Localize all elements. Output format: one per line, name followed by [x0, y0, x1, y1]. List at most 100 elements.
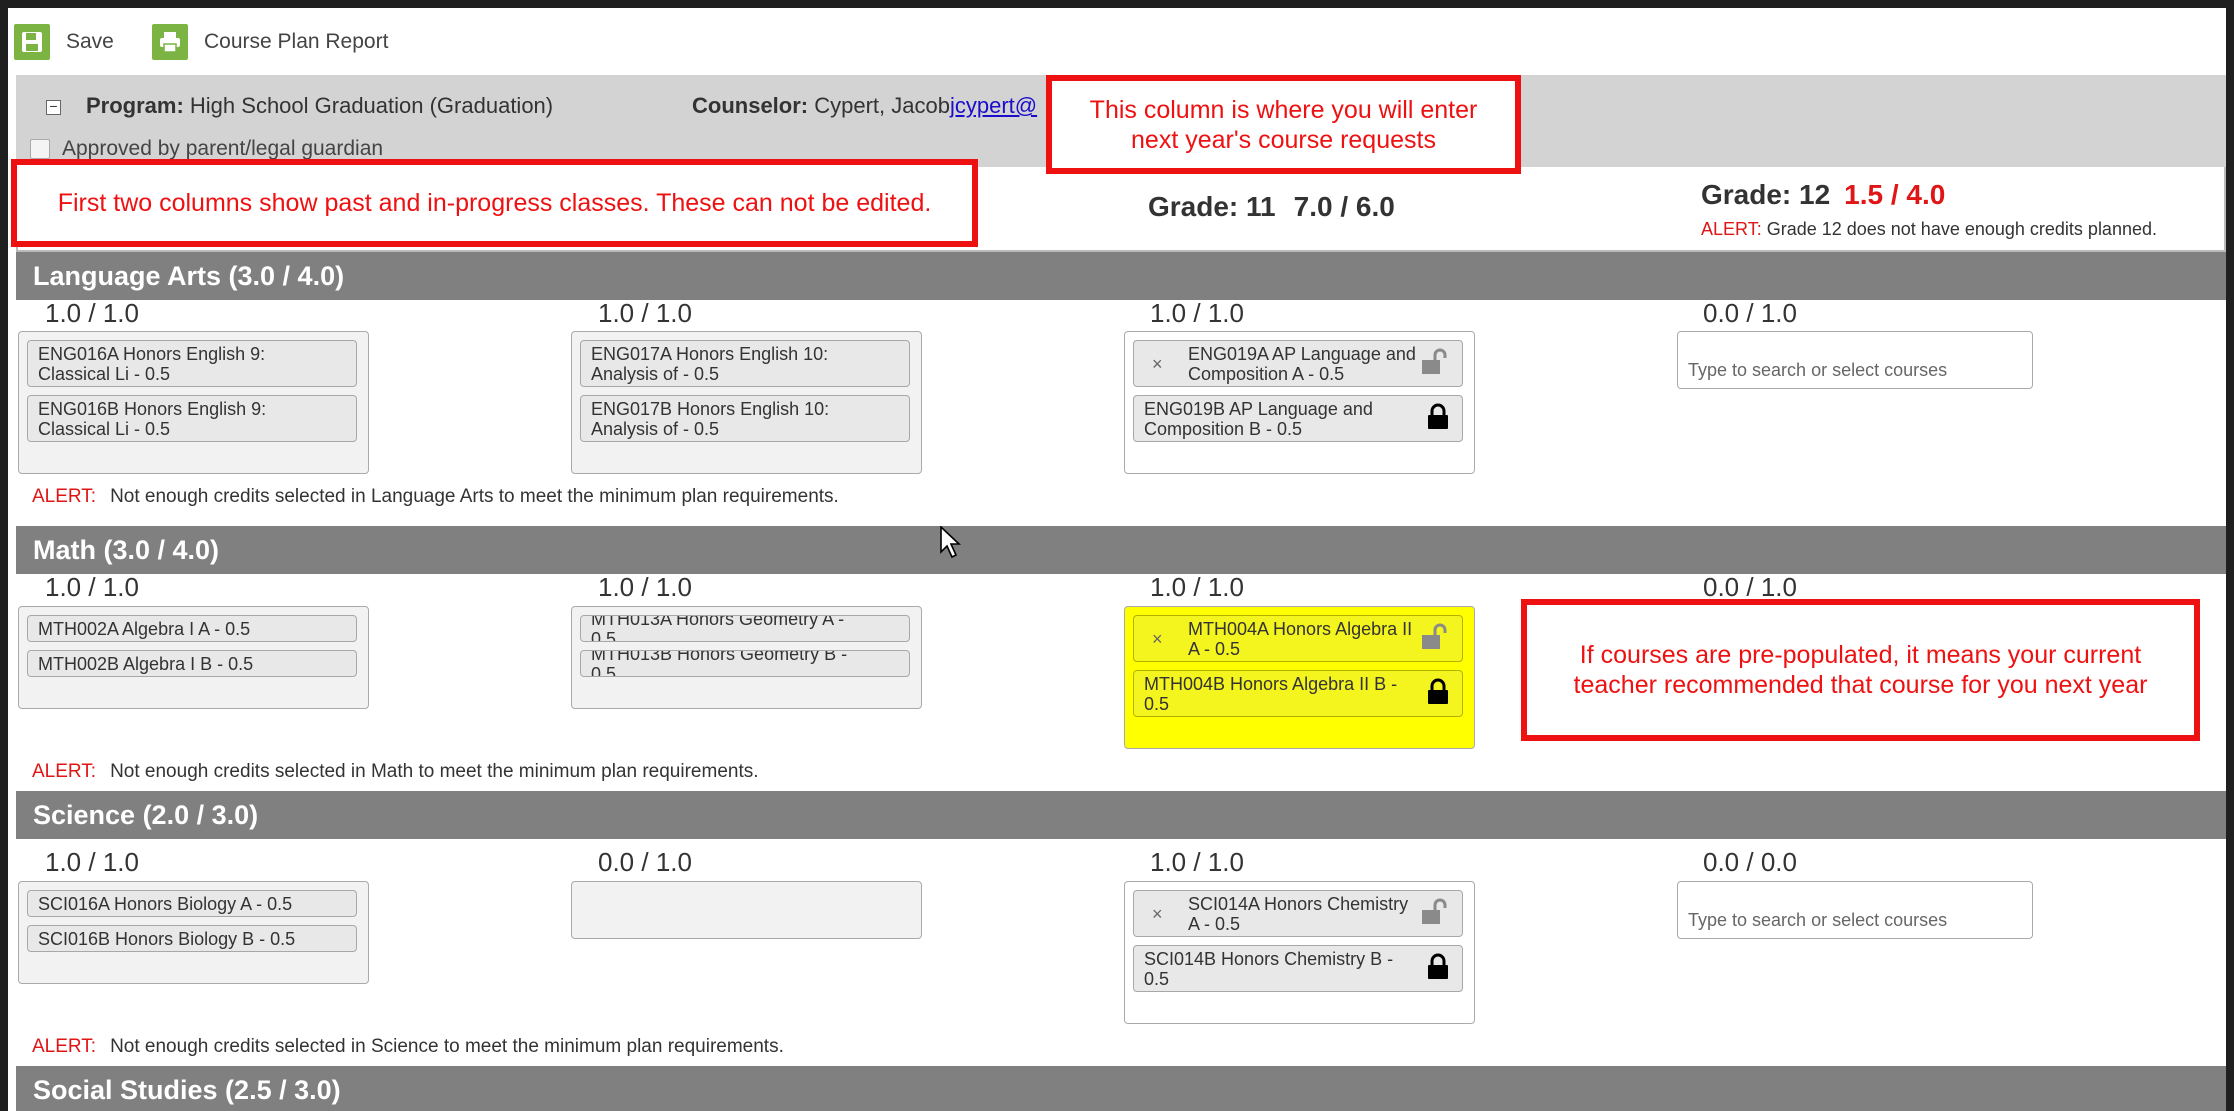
course-chip-text: MTH004B Honors Algebra II B - 0.5 — [1144, 673, 1398, 714]
annotation-callout: If courses are pre-populated, it means y… — [1521, 599, 2200, 741]
course-box-grade9: SCI016A Honors Biology A - 0.5 SCI016B H… — [18, 881, 369, 984]
credit-count: 1.0 / 1.0 — [45, 572, 139, 602]
credit-count: 1.0 / 1.0 — [598, 572, 692, 602]
course-chip-text: SCI014A Honors Chemistry A - 0.5 — [1188, 893, 1409, 934]
program-value: High School Graduation (Graduation) — [183, 93, 554, 118]
course-search-input[interactable]: Type to search or select courses — [1677, 331, 2033, 389]
grade-12-credits: 1.5 / 4.0 — [1844, 179, 1946, 210]
course-chip-text: ENG017B Honors English 10: Analysis of -… — [591, 398, 830, 439]
course-chip[interactable]: × ENG019A AP Language and Composition A … — [1133, 340, 1463, 387]
course-plan-page: Save Course Plan Report − Program: High … — [8, 8, 2226, 1111]
report-label: Course Plan Report — [204, 30, 389, 53]
program-label: Program: — [86, 93, 184, 118]
save-label: Save — [66, 30, 114, 53]
course-chip: MTH013A Honors Geometry A - 0.5 — [580, 615, 910, 642]
unlock-icon[interactable] — [1420, 898, 1450, 930]
course-chip-text: SCI016A Honors Biology A - 0.5 — [38, 893, 293, 914]
course-search-input[interactable]: Type to search or select courses — [1677, 881, 2033, 939]
course-box-grade10: MTH013A Honors Geometry A - 0.5 MTH013B … — [571, 606, 922, 709]
course-chip-recommended: MTH004B Honors Algebra II B - 0.5 — [1133, 670, 1463, 717]
course-chip: SCI016A Honors Biology A - 0.5 — [27, 890, 357, 917]
course-box-grade11: × ENG019A AP Language and Composition A … — [1124, 331, 1475, 474]
program-info: Program: High School Graduation (Graduat… — [86, 93, 553, 119]
credit-count: 1.0 / 1.0 — [1150, 298, 1244, 328]
credit-count: 1.0 / 1.0 — [45, 847, 139, 877]
alert-word: ALERT: — [32, 486, 97, 507]
annotation-callout: This column is where you will enter next… — [1046, 75, 1521, 174]
approved-checkbox[interactable] — [30, 139, 50, 159]
course-chip: SCI016B Honors Biology B - 0.5 — [27, 925, 357, 952]
credit-count: 1.0 / 1.0 — [598, 298, 692, 328]
course-chip-text: MTH004A Honors Algebra II A - 0.5 — [1188, 618, 1413, 659]
credit-count: 0.0 / 1.0 — [1703, 298, 1797, 328]
grade-12-alert-text: Grade 12 does not have enough credits pl… — [1761, 219, 2157, 239]
section-header-science[interactable]: Science (2.0 / 3.0) — [16, 791, 2226, 839]
course-chip-text: ENG019A AP Language and Composition A - … — [1188, 343, 1416, 384]
credit-count: 0.0 / 0.0 — [1703, 847, 1797, 877]
approved-checkbox-row[interactable]: Approved by parent/legal guardian — [30, 137, 383, 161]
course-chip: MTH002B Algebra I B - 0.5 — [27, 650, 357, 677]
course-chip-text: MTH002A Algebra I A - 0.5 — [38, 618, 251, 639]
grade-11-credits: 7.0 / 6.0 — [1293, 191, 1395, 222]
grade-12-label: Grade: 12 — [1701, 179, 1831, 210]
grade-11-label: Grade: 11 — [1148, 191, 1276, 222]
course-chip[interactable]: × SCI014A Honors Chemistry A - 0.5 — [1133, 890, 1463, 937]
course-chip: ENG017A Honors English 10: Analysis of -… — [580, 340, 910, 387]
section-header-social-studies[interactable]: Social Studies (2.5 / 3.0) — [16, 1066, 2226, 1111]
section-alert-text: Not enough credits selected in Language … — [110, 486, 839, 507]
counselor-info: Counselor: Cypert, Jacobjcypert@ — [692, 93, 1037, 119]
course-chip-text: MTH002B Algebra I B - 0.5 — [38, 653, 254, 674]
section-alert-text: Not enough credits selected in Math to m… — [110, 761, 759, 782]
course-box-grade10: ENG017A Honors English 10: Analysis of -… — [571, 331, 922, 474]
course-box-grade10-empty — [571, 881, 922, 939]
annotation-callout: First two columns show past and in-progr… — [11, 159, 978, 247]
counselor-name: Cypert, Jacob — [808, 93, 950, 118]
course-box-grade9: MTH002A Algebra I A - 0.5 MTH002B Algebr… — [18, 606, 369, 709]
course-chip-text: ENG019B AP Language and Composition B - … — [1144, 398, 1373, 439]
section-alert: ALERT: Not enough credits selected in Lan… — [32, 486, 839, 508]
remove-icon[interactable]: × — [1152, 354, 1163, 374]
course-chip: MTH013B Honors Geometry B - 0.5 — [580, 650, 910, 677]
credit-count: 1.0 / 1.0 — [1150, 847, 1244, 877]
unlock-icon[interactable] — [1420, 348, 1450, 380]
course-chip-text: MTH013A Honors Geometry A - 0.5 — [591, 615, 845, 642]
collapse-toggle[interactable]: − — [46, 99, 61, 115]
remove-icon[interactable]: × — [1152, 629, 1163, 649]
save-button[interactable]: Save — [14, 22, 114, 62]
course-chip-text: MTH013B Honors Geometry B - 0.5 — [591, 650, 848, 677]
counselor-label: Counselor: — [692, 93, 809, 118]
counselor-email-link[interactable]: jcypert@ — [950, 93, 1037, 118]
course-plan-report-button[interactable]: Course Plan Report — [152, 22, 388, 62]
printer-icon — [152, 24, 188, 60]
section-header-language-arts[interactable]: Language Arts (3.0 / 4.0) — [16, 252, 2226, 300]
alert-word: ALERT: — [32, 761, 97, 782]
grade-12-header: Grade: 12 1.5 / 4.0 — [1701, 179, 1945, 211]
alert-word: ALERT: — [32, 1036, 97, 1057]
course-chip: ENG017B Honors English 10: Analysis of -… — [580, 395, 910, 442]
course-chip: ENG019B AP Language and Composition B - … — [1133, 395, 1463, 442]
course-chip-text: SCI014B Honors Chemistry B - 0.5 — [1144, 948, 1394, 989]
lock-icon — [1426, 953, 1450, 985]
lock-icon — [1426, 678, 1450, 710]
toolbar: Save Course Plan Report — [8, 8, 2226, 68]
course-box-grade11: × SCI014A Honors Chemistry A - 0.5 SCI01… — [1124, 881, 1475, 1024]
credit-count: 0.0 / 1.0 — [598, 847, 692, 877]
section-alert: ALERT: Not enough credits selected in Sci… — [32, 1036, 784, 1058]
credit-count: 1.0 / 1.0 — [1150, 572, 1244, 602]
course-chip-recommended[interactable]: × MTH004A Honors Algebra II A - 0.5 — [1133, 615, 1463, 662]
course-chip-text: SCI016B Honors Biology B - 0.5 — [38, 928, 296, 949]
section-alert: ALERT: Not enough credits selected in Mat… — [32, 761, 759, 783]
unlock-icon[interactable] — [1420, 623, 1450, 655]
section-header-math[interactable]: Math (3.0 / 4.0) — [16, 526, 2226, 574]
course-chip-text: ENG017A Honors English 10: Analysis of -… — [591, 343, 829, 384]
approved-label: Approved by parent/legal guardian — [62, 137, 384, 160]
mouse-cursor-icon — [940, 525, 962, 565]
floppy-icon — [14, 24, 50, 60]
course-chip: ENG016B Honors English 9: Classical Li -… — [27, 395, 357, 442]
alert-word: ALERT: — [1701, 219, 1762, 239]
credit-count: 1.0 / 1.0 — [45, 298, 139, 328]
section-alert-text: Not enough credits selected in Science t… — [110, 1036, 784, 1057]
course-chip: SCI014B Honors Chemistry B - 0.5 — [1133, 945, 1463, 992]
remove-icon[interactable]: × — [1152, 904, 1163, 924]
course-box-grade9: ENG016A Honors English 9: Classical Li -… — [18, 331, 369, 474]
